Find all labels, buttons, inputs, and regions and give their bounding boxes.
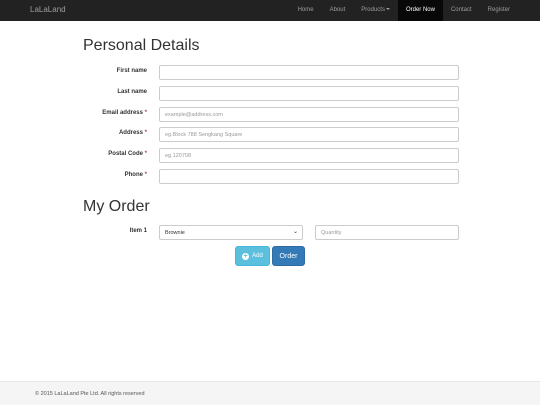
first-name-label: First name bbox=[116, 68, 147, 74]
my-order-heading: My Order bbox=[83, 198, 150, 215]
item-label: Item 1 bbox=[129, 228, 147, 234]
email-input[interactable]: example@address.com bbox=[159, 107, 459, 122]
email-row: Email address * example@address.com bbox=[0, 107, 540, 122]
brand-logo[interactable]: LaLaLand bbox=[30, 5, 66, 14]
add-button[interactable]: + Add bbox=[235, 246, 270, 266]
nav-home[interactable]: Home bbox=[290, 0, 322, 21]
phone-input[interactable] bbox=[159, 169, 459, 184]
add-button-label: Add bbox=[252, 253, 263, 259]
last-name-row: Last name bbox=[0, 86, 540, 101]
phone-row: Phone * bbox=[0, 169, 540, 184]
nav-about[interactable]: About bbox=[322, 0, 354, 21]
postal-code-row: Postal Code * eg.120708 bbox=[0, 148, 540, 163]
footer: © 2015 LaLaLand Pte Ltd. All rights rese… bbox=[0, 381, 540, 405]
quantity-input[interactable]: Quantity bbox=[315, 225, 459, 240]
chevron-down-icon: ⌄ bbox=[292, 229, 298, 235]
order-button[interactable]: Order bbox=[272, 246, 305, 266]
first-name-input[interactable] bbox=[159, 65, 459, 80]
address-row: Address * eg.Block 788 Sengkang Square bbox=[0, 127, 540, 142]
nav-products-label: Products bbox=[361, 7, 385, 13]
nav-register[interactable]: Register bbox=[480, 0, 540, 21]
postal-code-input[interactable]: eg.120708 bbox=[159, 148, 459, 163]
item-select[interactable]: Brownie ⌄ bbox=[159, 225, 303, 240]
nav-menu: Home About Products Order Now Contact Re… bbox=[290, 0, 540, 21]
phone-label: Phone * bbox=[124, 172, 147, 178]
order-item-row: Item 1 Brownie ⌄ Quantity bbox=[0, 225, 540, 240]
order-button-label: Order bbox=[279, 252, 298, 260]
address-label: Address * bbox=[118, 130, 147, 136]
caret-down-icon bbox=[385, 8, 390, 11]
navbar: LaLaLand Home About Products Order Now C… bbox=[0, 0, 540, 21]
nav-products[interactable]: Products bbox=[353, 0, 398, 21]
first-name-row: First name bbox=[0, 65, 540, 80]
plus-circle-icon: + bbox=[242, 252, 250, 260]
item-select-value: Brownie bbox=[165, 230, 185, 236]
personal-details-heading: Personal Details bbox=[83, 37, 200, 54]
footer-copyright: © 2015 LaLaLand Pte Ltd. All rights rese… bbox=[35, 391, 145, 397]
last-name-label: Last name bbox=[117, 89, 147, 95]
last-name-input[interactable] bbox=[159, 86, 459, 101]
nav-order-now[interactable]: Order Now bbox=[397, 0, 443, 21]
nav-contact[interactable]: Contact bbox=[443, 0, 480, 21]
email-label: Email address * bbox=[102, 110, 147, 116]
address-input[interactable]: eg.Block 788 Sengkang Square bbox=[159, 127, 459, 142]
postal-code-label: Postal Code * bbox=[108, 151, 147, 157]
